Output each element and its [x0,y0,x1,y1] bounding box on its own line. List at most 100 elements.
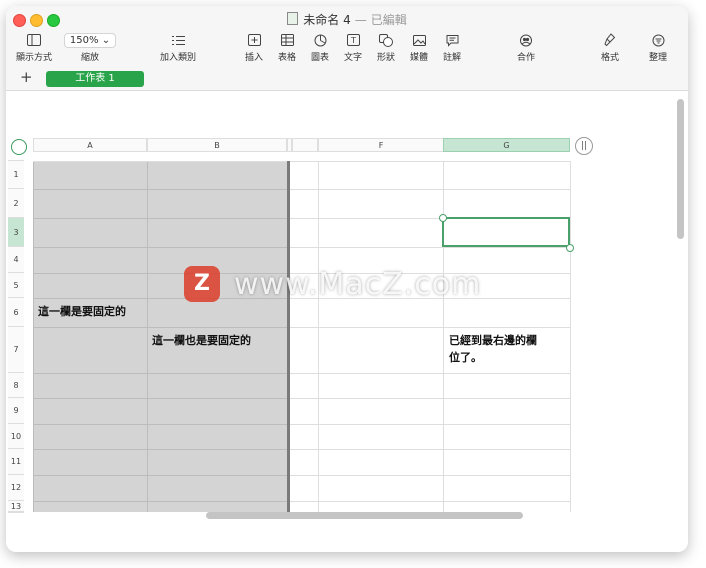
document-name: 未命名 4 [303,13,351,27]
row-line [33,247,287,248]
column-header-g[interactable]: G [443,138,570,152]
row-line [33,501,287,502]
add-category-button[interactable]: 加入類別 [156,32,200,63]
selection-handle-bottom-right[interactable] [566,244,574,252]
select-table-handle[interactable] [11,139,27,155]
organize-icon [652,34,664,46]
cell-g7-line1: 已經到最右邊的欄 [449,334,537,347]
text-label: 文字 [343,53,362,63]
selection-handle-top-left[interactable] [439,214,447,222]
chart-button[interactable]: 圖表 [308,32,332,63]
tab-sheet-1[interactable]: 工作表 1 [46,71,144,87]
collaborate-icon [520,34,532,46]
insert-button[interactable]: 插入 [242,32,266,63]
comment-button[interactable]: 註解 [440,32,464,63]
row-header-3[interactable]: 3 [8,218,24,247]
zoom-label: 縮放 [80,53,99,63]
paintbrush-icon [604,33,616,47]
selected-cell-g3[interactable] [442,217,570,247]
media-label: 媒體 [409,53,428,63]
row-header-11[interactable]: 11 [8,449,24,475]
row-line [33,398,287,399]
zoom-control[interactable]: 150% ⌄ 縮放 [62,32,118,63]
freeze-columns-button[interactable]: || [575,137,593,155]
view-button[interactable]: 顯示方式 [14,32,54,63]
row-header-12[interactable]: 12 [8,475,24,501]
cell-g7[interactable]: 已經到最右邊的欄 位了。 [449,332,537,366]
column-header-a[interactable]: A [33,138,147,152]
row-header-1[interactable]: 1 [8,161,24,189]
spreadsheet-canvas: || A B F G 這一欄是要固定的 這一欄也是要固定的 已經到最右邊的欄 位… [6,91,688,524]
format-label: 格式 [600,53,619,63]
row-line [33,327,287,328]
row-line [290,247,570,248]
cell-a6[interactable]: 這一欄是要固定的 [38,303,126,320]
chevron-down-icon: ⌄ [101,34,111,46]
table-button[interactable]: 表格 [275,32,299,63]
row-line [290,424,570,425]
row-line [290,327,570,328]
row-line [290,449,570,450]
add-category-label: 加入類別 [159,53,196,63]
row-header-5[interactable]: 5 [8,273,24,298]
watermark-logo: Z [184,266,220,302]
media-button[interactable]: 媒體 [407,32,431,63]
row-header-6[interactable]: 6 [8,298,24,327]
image-icon [412,34,426,46]
text-icon: T [346,34,360,46]
zoom-value: 150% [69,34,99,46]
document-icon [287,12,299,25]
text-button[interactable]: T 文字 [341,32,365,63]
row-line [33,424,287,425]
title-bar: 未命名 4— 已編輯 顯示方式 150% ⌄ 縮放 加入類別 插入 表格 圖表 T [6,6,688,67]
row-line [33,449,287,450]
insert-label: 插入 [244,53,263,63]
row-header-9[interactable]: 9 [8,398,24,424]
window-title: 未命名 4— 已編輯 [6,11,688,28]
chart-label: 圖表 [310,53,329,63]
row-line [33,475,287,476]
row-line [290,398,570,399]
row-header-13[interactable]: 13 [8,501,24,512]
column-line [318,161,319,512]
collaborate-label: 合作 [516,53,535,63]
row-line [33,218,287,219]
row-line [33,373,287,374]
row-header-8[interactable]: 8 [8,373,24,398]
zoom-select[interactable]: 150% ⌄ [63,32,117,48]
plus-box-icon [247,34,261,46]
watermark: Z www.MacZ.com [184,266,481,302]
organize-button[interactable]: 整理 [646,32,670,63]
sheet-bar: + 工作表 1 [6,66,688,91]
row-line [290,475,570,476]
comment-label: 註解 [442,53,461,63]
list-icon [171,35,185,45]
cell-g7-line2: 位了。 [449,351,482,364]
row-header-4[interactable]: 4 [8,247,24,273]
organize-label: 整理 [648,53,667,63]
collaborate-button[interactable]: 合作 [514,32,538,63]
vertical-scrollbar[interactable] [677,99,684,239]
row-header-2[interactable]: 2 [8,189,24,218]
table-top-border [33,161,570,162]
row-header-10[interactable]: 10 [8,424,24,449]
column-line [147,161,148,512]
freeze-divider[interactable] [287,161,290,512]
cell-b7[interactable]: 這一欄也是要固定的 [152,332,251,349]
sidebar-icon [27,34,41,46]
shape-label: 形狀 [376,53,395,63]
app-window: 未命名 4— 已編輯 顯示方式 150% ⌄ 縮放 加入類別 插入 表格 圖表 T [6,6,688,552]
format-button[interactable]: 格式 [598,32,622,63]
row-line [290,373,570,374]
horizontal-scrollbar[interactable] [206,512,523,519]
row-line [290,189,570,190]
column-header-e[interactable] [292,138,318,152]
shape-button[interactable]: 形狀 [374,32,398,63]
comment-icon [446,34,458,47]
watermark-text: www.MacZ.com [234,266,482,302]
row-line [33,189,287,190]
add-sheet-button[interactable]: + [20,68,33,86]
column-header-b[interactable]: B [147,138,287,152]
row-header-7[interactable]: 7 [8,327,24,373]
column-header-f[interactable]: F [318,138,444,152]
